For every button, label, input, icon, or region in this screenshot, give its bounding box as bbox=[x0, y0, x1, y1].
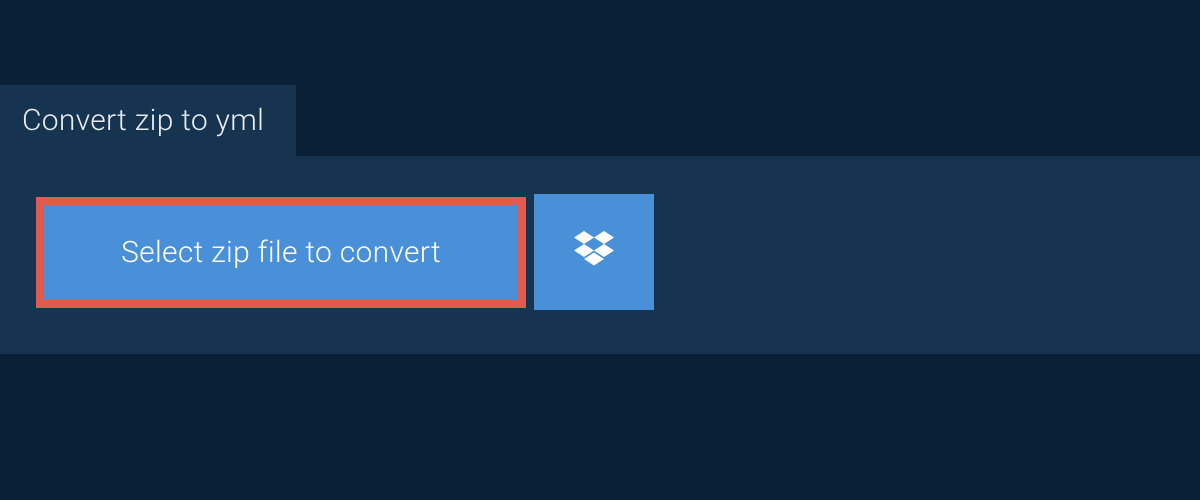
select-file-label: Select zip file to convert bbox=[121, 235, 441, 270]
tab-bar: Convert zip to yml bbox=[0, 0, 1200, 156]
tab-convert[interactable]: Convert zip to yml bbox=[0, 85, 296, 156]
dropbox-button[interactable] bbox=[534, 194, 654, 310]
dropbox-icon bbox=[574, 231, 614, 273]
select-file-button[interactable]: Select zip file to convert bbox=[36, 197, 526, 308]
tab-title: Convert zip to yml bbox=[22, 103, 264, 138]
upload-panel: Select zip file to convert bbox=[0, 156, 1200, 354]
